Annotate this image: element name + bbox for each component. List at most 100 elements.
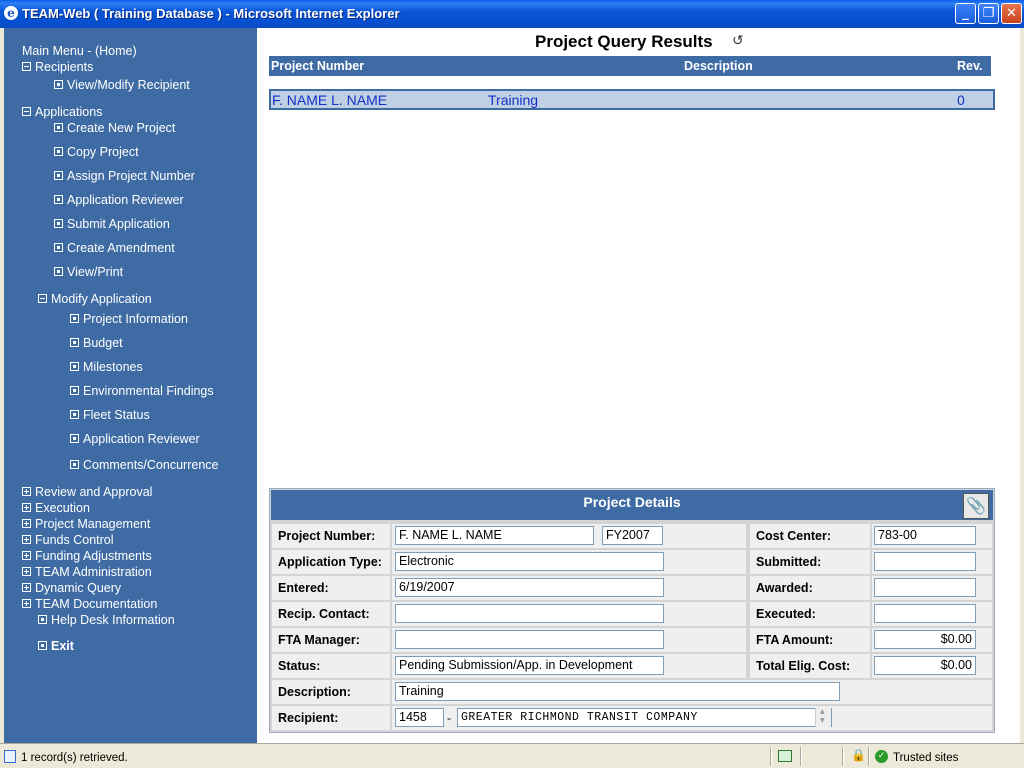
column-header-rev[interactable]: Rev. [957, 59, 982, 73]
expand-icon[interactable] [22, 535, 31, 545]
recipient-id-field[interactable]: 1458 [395, 708, 444, 727]
sidebar-item-fleet-status[interactable]: Fleet Status [70, 408, 150, 422]
page-title: Project Query Results [535, 32, 713, 51]
application-type-field[interactable]: Electronic [395, 552, 664, 571]
status-bar: 1 record(s) retrieved. 🔒 ✓ Trusted sites [0, 743, 1024, 768]
description-field[interactable]: Training [395, 682, 840, 701]
sidebar-item-label: Copy Project [67, 145, 139, 159]
expand-icon[interactable] [22, 583, 31, 593]
sidebar-item-label: Execution [35, 501, 90, 515]
close-button[interactable]: ✕ [1001, 3, 1022, 24]
bullet-icon [70, 386, 79, 396]
expand-icon[interactable] [22, 487, 31, 497]
application-type-label: Application Type: [272, 550, 390, 574]
bullet-icon [54, 243, 63, 253]
recip-contact-field[interactable] [395, 604, 664, 623]
sidebar-item-create-new-project[interactable]: Create New Project [54, 121, 175, 135]
sidebar-item-project-information[interactable]: Project Information [70, 312, 188, 326]
bullet-icon [54, 195, 63, 205]
sidebar-item-recipients[interactable]: Recipients [22, 60, 93, 74]
status-field[interactable]: Pending Submission/App. in Development [395, 656, 664, 675]
expand-icon[interactable] [22, 551, 31, 561]
sidebar-item-copy-project[interactable]: Copy Project [54, 145, 139, 159]
sidebar-item-project-management[interactable]: Project Management [22, 517, 150, 531]
fta-amount-field[interactable]: $0.00 [874, 630, 976, 649]
collapse-icon[interactable] [38, 294, 47, 304]
window-title-bar[interactable]: e TEAM-Web ( Training Database ) - Micro… [0, 0, 1024, 28]
expand-icon[interactable] [22, 599, 31, 609]
paperclip-icon[interactable]: 📎 [963, 493, 989, 519]
minimize-button[interactable]: _ [955, 3, 976, 24]
entered-label: Entered: [272, 576, 390, 600]
cost-center-field[interactable]: 783-00 [874, 526, 976, 545]
bullet-icon [70, 434, 79, 444]
recipient-name-field[interactable]: GREATER RICHMOND TRANSIT COMPANY [457, 708, 832, 727]
sidebar-item-label: Application Reviewer [67, 193, 184, 207]
sidebar-item-team-documentation[interactable]: TEAM Documentation [22, 597, 157, 611]
sidebar-item-label: Project Management [35, 517, 151, 531]
sidebar-item-view-modify-recipient[interactable]: View/Modify Recipient [54, 78, 190, 92]
sidebar-item-funding-adjustments[interactable]: Funding Adjustments [22, 549, 152, 563]
sidebar-item-budget[interactable]: Budget [70, 336, 123, 350]
executed-field[interactable] [874, 604, 976, 623]
sidebar-item-label: Funds Control [35, 533, 114, 547]
sidebar-item-submit-application[interactable]: Submit Application [54, 217, 170, 231]
sidebar-item-create-amendment[interactable]: Create Amendment [54, 241, 175, 255]
sidebar-item-modify-application[interactable]: Modify Application [38, 292, 152, 306]
trusted-sites-icon: ✓ [875, 750, 888, 763]
column-header-project-number[interactable]: Project Number [271, 59, 364, 73]
bullet-icon [70, 460, 79, 470]
project-details-header: Project Details 📎 [271, 490, 993, 520]
sidebar-item-funds-control[interactable]: Funds Control [22, 533, 114, 547]
bullet-icon [54, 147, 63, 157]
refresh-icon[interactable]: ↺ [732, 33, 744, 49]
collapse-icon[interactable] [22, 62, 31, 72]
sidebar-item-label: TEAM Documentation [35, 597, 158, 611]
sidebar-item-modify-application-reviewer[interactable]: Application Reviewer [70, 432, 200, 446]
sidebar-item-environmental-findings[interactable]: Environmental Findings [70, 384, 214, 398]
sidebar-item-comments-concurrence[interactable]: Comments/Concurrence [70, 458, 218, 472]
sidebar-item-dynamic-query[interactable]: Dynamic Query [22, 581, 121, 595]
status-separator [800, 747, 802, 766]
sidebar-item-label: Modify Application [51, 292, 152, 306]
expand-icon[interactable] [22, 503, 31, 513]
awarded-field[interactable] [874, 578, 976, 597]
sidebar-item-team-administration[interactable]: TEAM Administration [22, 565, 152, 579]
sidebar-item-label: Submit Application [67, 217, 170, 231]
sidebar-item-label: Comments/Concurrence [83, 458, 219, 472]
sidebar-item-applications[interactable]: Applications [22, 105, 102, 119]
column-header-description[interactable]: Description [684, 59, 753, 73]
submitted-field[interactable] [874, 552, 976, 571]
project-number-field[interactable]: F. NAME L. NAME [395, 526, 594, 545]
entered-field[interactable]: 6/19/2007 [395, 578, 664, 597]
bullet-icon [54, 219, 63, 229]
table-row[interactable]: F. NAME L. NAME Training 0 [269, 89, 995, 110]
sidebar-item-label: Create New Project [67, 121, 176, 135]
sidebar-item-label: View/Modify Recipient [67, 78, 190, 92]
bullet-icon [38, 641, 47, 651]
project-details-title: Project Details [583, 494, 681, 510]
sidebar-item-exit[interactable]: Exit [38, 639, 74, 653]
window-title: TEAM-Web ( Training Database ) - Microso… [22, 6, 400, 21]
total-elig-cost-field[interactable]: $0.00 [874, 656, 976, 675]
sidebar-item-main-menu[interactable]: Main Menu - (Home) [22, 44, 137, 58]
sidebar-item-help-desk-information[interactable]: Help Desk Information [38, 613, 175, 627]
sidebar-item-view-print[interactable]: View/Print [54, 265, 123, 279]
restore-button[interactable]: ❐ [978, 3, 999, 24]
sidebar-item-assign-project-number[interactable]: Assign Project Number [54, 169, 195, 183]
sidebar-item-review-and-approval[interactable]: Review and Approval [22, 485, 152, 499]
sidebar-item-execution[interactable]: Execution [22, 501, 90, 515]
bullet-icon [70, 338, 79, 348]
fiscal-year-field[interactable]: FY2007 [602, 526, 663, 545]
sidebar-item-label: Dynamic Query [35, 581, 122, 595]
recipient-scroll-arrows[interactable] [815, 708, 831, 727]
recipient-separator: - [447, 711, 451, 725]
sidebar-item-label: Help Desk Information [51, 613, 175, 627]
collapse-icon[interactable] [22, 107, 31, 117]
expand-icon[interactable] [22, 519, 31, 529]
expand-icon[interactable] [22, 567, 31, 577]
sidebar-item-milestones[interactable]: Milestones [70, 360, 143, 374]
sidebar-item-application-reviewer[interactable]: Application Reviewer [54, 193, 184, 207]
fta-manager-field[interactable] [395, 630, 664, 649]
status-separator [842, 747, 844, 766]
